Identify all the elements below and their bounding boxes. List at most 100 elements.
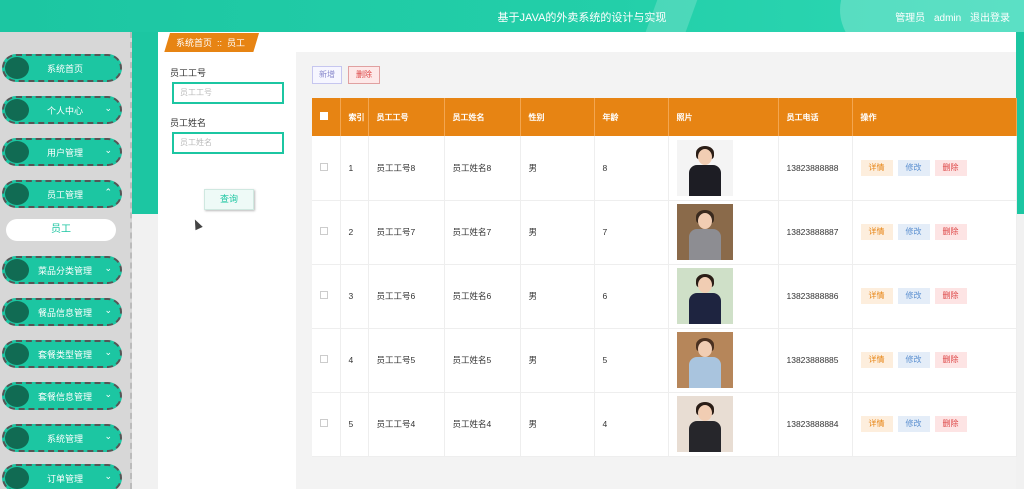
col-gender: 性别 (520, 98, 595, 136)
sidebar-item-system-management[interactable]: 系统管理 ⌄ (2, 424, 122, 452)
sidebar-item-user-management[interactable]: 用户管理 ⌄ (2, 138, 122, 166)
emp-no-input[interactable]: 员工工号 (172, 82, 284, 104)
detail-button[interactable]: 详情 (860, 288, 893, 304)
sidebar-item-combo-info[interactable]: 套餐信息管理 ⌄ (2, 382, 122, 410)
chevron-up-icon: ⌃ (104, 187, 112, 197)
menu-dot-icon (5, 343, 29, 365)
chevron-down-icon: ⌄ (104, 471, 112, 481)
row-checkbox[interactable] (320, 419, 328, 427)
delete-button[interactable]: 删除 (934, 416, 967, 432)
breadcrumb-separator: :: (217, 38, 223, 48)
table-row: 4 员工工号5 员工姓名5 男 5 13823888885 详情 修改 删除 (312, 328, 1017, 393)
cell-phone: 13823888886 (778, 264, 853, 329)
edit-button[interactable]: 修改 (897, 416, 930, 432)
table-row: 5 员工工号4 员工姓名4 男 4 13823888884 详情 修改 删除 (312, 392, 1017, 457)
detail-button[interactable]: 详情 (860, 352, 893, 368)
cell-emp-no: 员工工号6 (368, 264, 445, 329)
cell-index: 3 (340, 264, 369, 329)
sidebar-item-order-management[interactable]: 订单管理 ⌄ (2, 464, 122, 489)
detail-button[interactable]: 详情 (860, 159, 893, 176)
cell-index: 5 (340, 392, 369, 457)
sidebar-item-dish-info[interactable]: 餐品信息管理 ⌄ (2, 298, 122, 326)
cell-age: 7 (594, 200, 669, 265)
sidebar-item-label: 订单管理 (46, 474, 83, 484)
breadcrumb-tab: 系统首页:: 员工 (164, 33, 259, 53)
detail-button[interactable]: 详情 (860, 416, 893, 432)
batch-delete-button[interactable]: 删除 (348, 66, 380, 84)
delete-button[interactable]: 删除 (934, 352, 967, 368)
edit-button[interactable]: 修改 (897, 288, 930, 304)
employee-photo (676, 139, 733, 196)
edit-button[interactable]: 修改 (897, 352, 930, 368)
cell-phone: 13823888884 (778, 392, 853, 457)
cell-emp-no: 员工工号4 (368, 392, 445, 457)
col-phone: 员工电话 (778, 98, 853, 136)
sidebar-item-home[interactable]: 系统首页 (2, 54, 122, 82)
breadcrumb-home[interactable]: 系统首页 (176, 38, 212, 48)
breadcrumb-current: 员工 (227, 38, 246, 48)
menu-dot-icon (5, 467, 29, 489)
cell-emp-name: 员工姓名7 (444, 200, 521, 265)
add-button[interactable]: 新增 (312, 66, 342, 84)
sidebar-item-combo-type[interactable]: 套餐类型管理 ⌄ (2, 340, 122, 368)
sidebar-item-label: 用户管理 (46, 148, 83, 158)
col-emp-no: 员工工号 (368, 98, 445, 136)
chevron-down-icon: ⌄ (104, 103, 112, 113)
menu-dot-icon (5, 57, 29, 79)
app-title: 基于JAVA的外卖系统的设计与实现 (497, 12, 667, 24)
search-panel: 员工工号 员工工号 员工姓名 员工姓名 查询 (158, 52, 296, 489)
select-all-header (312, 98, 341, 136)
cell-phone: 13823888885 (778, 328, 853, 393)
chevron-down-icon: ⌄ (104, 389, 112, 399)
sidebar-item-label: 系统管理 (46, 434, 83, 444)
col-emp-name: 员工姓名 (444, 98, 521, 136)
sidebar-item-personal-center[interactable]: 个人中心 ⌄ (2, 96, 122, 124)
menu-dot-icon (5, 301, 29, 323)
menu-dot-icon (5, 183, 29, 205)
col-index: 索引 (340, 98, 369, 136)
top-header: 基于JAVA的外卖系统的设计与实现 管理员 admin 退出登录 (0, 0, 1024, 32)
cell-index: 1 (340, 136, 369, 201)
sidebar-item-employee-management[interactable]: 员工管理 ⌃ (2, 180, 122, 208)
logout-link[interactable]: 退出登录 (970, 13, 1010, 24)
cell-emp-no: 员工工号5 (368, 328, 445, 393)
table-row: 3 员工工号6 员工姓名6 男 6 13823888886 详情 修改 删除 (312, 264, 1017, 329)
row-checkbox[interactable] (320, 162, 328, 171)
employee-photo (676, 332, 733, 388)
table-row: 2 员工工号7 员工姓名7 男 7 13823888887 详情 修改 删除 (312, 200, 1017, 265)
delete-button[interactable]: 删除 (934, 159, 967, 176)
chevron-down-icon: ⌄ (104, 145, 112, 155)
submenu-item-employee[interactable]: 员工 (6, 219, 116, 241)
cell-emp-no: 员工工号7 (368, 200, 445, 265)
cell-index: 4 (340, 328, 369, 393)
sidebar-item-label: 员工管理 (46, 190, 83, 200)
query-button[interactable]: 查询 (204, 189, 254, 210)
sidebar-item-label: 套餐类型管理 (37, 350, 92, 360)
row-checkbox[interactable] (320, 227, 328, 235)
delete-button[interactable]: 删除 (934, 288, 967, 304)
cell-index: 2 (340, 200, 369, 265)
table-header-row: 索引 员工工号 员工姓名 性别 年龄 照片 员工电话 操作 (312, 98, 1017, 136)
sidebar-item-label: 个人中心 (46, 106, 83, 116)
chevron-down-icon: ⌄ (104, 263, 112, 273)
row-checkbox[interactable] (320, 291, 328, 299)
table-row: 1 员工工号8 员工姓名8 男 8 13823888888 详情 修改 删除 (312, 136, 1017, 201)
edit-button[interactable]: 修改 (897, 159, 930, 176)
cell-gender: 男 (520, 200, 595, 265)
cell-gender: 男 (520, 264, 595, 329)
menu-dot-icon (5, 259, 29, 281)
emp-name-input[interactable]: 员工姓名 (172, 132, 284, 154)
row-checkbox[interactable] (320, 355, 328, 363)
cell-gender: 男 (520, 392, 595, 457)
delete-button[interactable]: 删除 (934, 224, 967, 240)
user-info: 管理员 admin 退出登录 (889, 9, 1010, 24)
cell-phone: 13823888888 (778, 136, 853, 201)
select-all-checkbox[interactable] (320, 112, 328, 120)
detail-button[interactable]: 详情 (860, 224, 893, 240)
edit-button[interactable]: 修改 (897, 224, 930, 240)
employee-photo (676, 204, 733, 260)
cell-gender: 男 (520, 328, 595, 393)
menu-dot-icon (5, 427, 29, 449)
sidebar-item-dish-category[interactable]: 菜品分类管理 ⌄ (2, 256, 122, 284)
table-panel: 新增 删除 索引 员工工号 员工姓名 性别 年龄 照片 员工电话 操作 1 员工… (296, 52, 1017, 489)
